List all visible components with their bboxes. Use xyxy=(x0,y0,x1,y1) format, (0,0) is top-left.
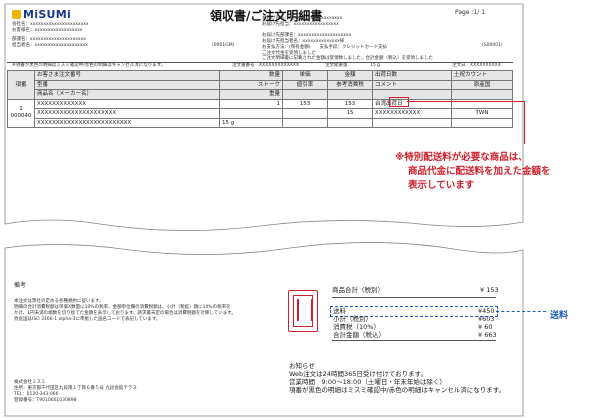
shipping-value: ¥450 xyxy=(478,307,495,315)
department: 部課名：xxxxxxxxxxxxxxxxxxxxx xyxy=(12,37,86,42)
row-unit-price: 153 xyxy=(282,98,328,109)
accepted-note: ご注文明細書に記載された金額は受領致しました。合計金額（税込）を受領しました xyxy=(262,56,433,61)
shipping-note-line3: 表示しています xyxy=(408,180,475,191)
col-comment: コメント xyxy=(372,79,452,90)
notice-line-1: Web注文は24時間365日受け付けております。 xyxy=(289,370,428,378)
notice-title: お知らせ xyxy=(289,362,315,370)
row-cust-part: XXXXXXXXXXXXX xyxy=(34,98,220,109)
page-number: Page :1/ 1 xyxy=(455,9,486,16)
order-number: 注文書番号 XXXXXXXXXXXXX xyxy=(232,63,300,68)
dest-contact: お届け先担当：xxxxxxxxxxxxxxxxx xyxy=(262,22,339,27)
company-tel: TEL：0120-343-066 xyxy=(14,392,59,397)
shipping-callout-line xyxy=(496,311,546,312)
row-model: XXXXXXXXXXXXXXXXXXXXX xyxy=(34,108,220,119)
shipping-note-line1: ※特別配送料が必要な商品は、 xyxy=(395,152,528,163)
row-origin: TWN xyxy=(451,108,513,119)
col-stock: ストーク xyxy=(219,79,283,90)
logo-mark-icon xyxy=(12,10,21,19)
col-count-up: 土祝カウント xyxy=(451,70,513,81)
callout-line xyxy=(407,101,525,103)
remarks-line-3: かけ、1円未満の端数を切り捨てた金額を表示しております。請求書未定の場合は消費税… xyxy=(14,311,236,316)
notice-line-2: 営業時間 9:00～18:00（土曜日・年末年始は除く） xyxy=(289,378,446,386)
company-seal-stamp xyxy=(288,290,318,332)
row-qty: 1 xyxy=(219,98,283,109)
col-weight: 重量 xyxy=(219,89,283,100)
company-address: 住所：東京都千代田区九段南１丁目６番５号 九段会館テラス xyxy=(14,386,137,391)
table-row: XXXXXXXXXXXXXXXXXXXXX 15 XXXXXXXXXXXX TW… xyxy=(8,108,513,119)
product-total-value: ¥ 153 xyxy=(480,286,499,294)
cancel-note: ※項番が黒色の明細はミスミ確認中/赤色の明細はキャンセル済になります。 xyxy=(12,63,166,68)
order-date: 注文日 XXXXXXXXXX xyxy=(452,63,501,68)
tax-label: 消費税（10%） xyxy=(333,323,380,331)
order-weight: 注文総重量 15 g xyxy=(325,63,381,68)
order-items-table: 項番 お客さま注文番号 数量 単価 金額 出荷日数 土祝カウント 型番 ストーク… xyxy=(7,70,513,128)
remarks-line-1: 本注文は弊社の定める各種規約に従います。 xyxy=(14,299,104,304)
col-unit-price: 単価 xyxy=(282,70,328,81)
remarks-line-4: 原産国はISO 3166-1 alpha-3に準拠した国名コードで表記しています… xyxy=(14,317,161,322)
row-product: XXXXXXXXXXXXXXXXXXXXXXXXX xyxy=(34,117,220,128)
row-weight: 15 g xyxy=(219,117,283,128)
grand-total-label: 合計金額（税込） xyxy=(333,331,385,339)
row-no: 1 xyxy=(19,106,23,113)
row-amount: 153 xyxy=(327,98,373,109)
remarks-line-2: 明細の合計消費税額は単価X数量に10%の税率、金額単位欄の消費税額は、小計（税抜… xyxy=(14,305,231,310)
shipping-note-line2: 商品代金に配送料を加えた金額を xyxy=(408,166,551,177)
code-left: (0001GM) xyxy=(212,43,235,48)
col-cust-part: お客さま注文番号 xyxy=(34,70,220,81)
table-row: XXXXXXXXXXXXXXXXXXXXXXXXX 15 g xyxy=(8,117,513,128)
company-name: 会社名：xxxxxxxxxxxxxxxxxxxxxx xyxy=(12,22,89,27)
row-sub-no: 000040 xyxy=(10,113,32,120)
misumi-logo: MiSUMi xyxy=(12,8,71,21)
col-origin: 原産国 xyxy=(451,79,513,90)
registration-number: 登録番号：T9010601030898 xyxy=(14,398,77,403)
shipping-label: 送料 xyxy=(333,307,346,315)
col-no: 項番 xyxy=(7,70,35,100)
product-total-label: 商品合計（税別） xyxy=(332,286,384,294)
person-in-charge: 担当者名：xxxxxxxxxxxxxxxxxxxx xyxy=(12,43,88,48)
subtotal-label: 小計（税別） xyxy=(333,315,372,323)
payment-method: お支払方法：(保有金額) 支払手段：クレジットカード支払 xyxy=(262,45,388,50)
row-count-up: XXXXXXXXXXXX xyxy=(372,108,452,119)
code-right: (S00001) xyxy=(482,43,503,48)
shipping-label-blue: 送料 xyxy=(550,311,569,321)
dest-name: お届け先名：xxxxxxxxxxxxxxxxxxxx xyxy=(262,16,343,21)
subtotal-value: ¥603 xyxy=(478,315,495,323)
customer-name: お客様名：xxxxxxxxxxxxxxxxxx xyxy=(12,28,83,33)
notice-line-3: 項番が黒色の明細はミスミ確認中/赤色の明細はキャンセル済になります。 xyxy=(289,386,506,394)
dest-person: お届け先担当者名：xxxxxxxxxxxxxx様 xyxy=(262,39,345,44)
amount-highlight-box xyxy=(389,97,409,107)
company-footer: 株式会社ミスミ xyxy=(14,380,46,385)
callout-line-vertical xyxy=(524,101,526,144)
row-ref-tax: 15 xyxy=(327,108,373,119)
col-model: 型番 xyxy=(34,79,220,90)
tax-value: ¥ 60 xyxy=(478,323,493,331)
col-ship-days: 出荷日数 xyxy=(372,70,452,81)
dest-dept: お届け先部課名：xxxxxxxxxxxxxxxxxxxx xyxy=(262,33,352,38)
col-tax-rate: 値引率 xyxy=(282,79,328,90)
col-amount: 金額 xyxy=(327,70,373,81)
col-qty: 数量 xyxy=(219,70,283,81)
col-product: 商品名（メーカー名） xyxy=(34,89,220,100)
col-ref-tax: 参考消費税 xyxy=(327,79,373,90)
remarks-label: 備考 xyxy=(14,282,27,289)
grand-total-value: ¥ 663 xyxy=(478,331,497,339)
